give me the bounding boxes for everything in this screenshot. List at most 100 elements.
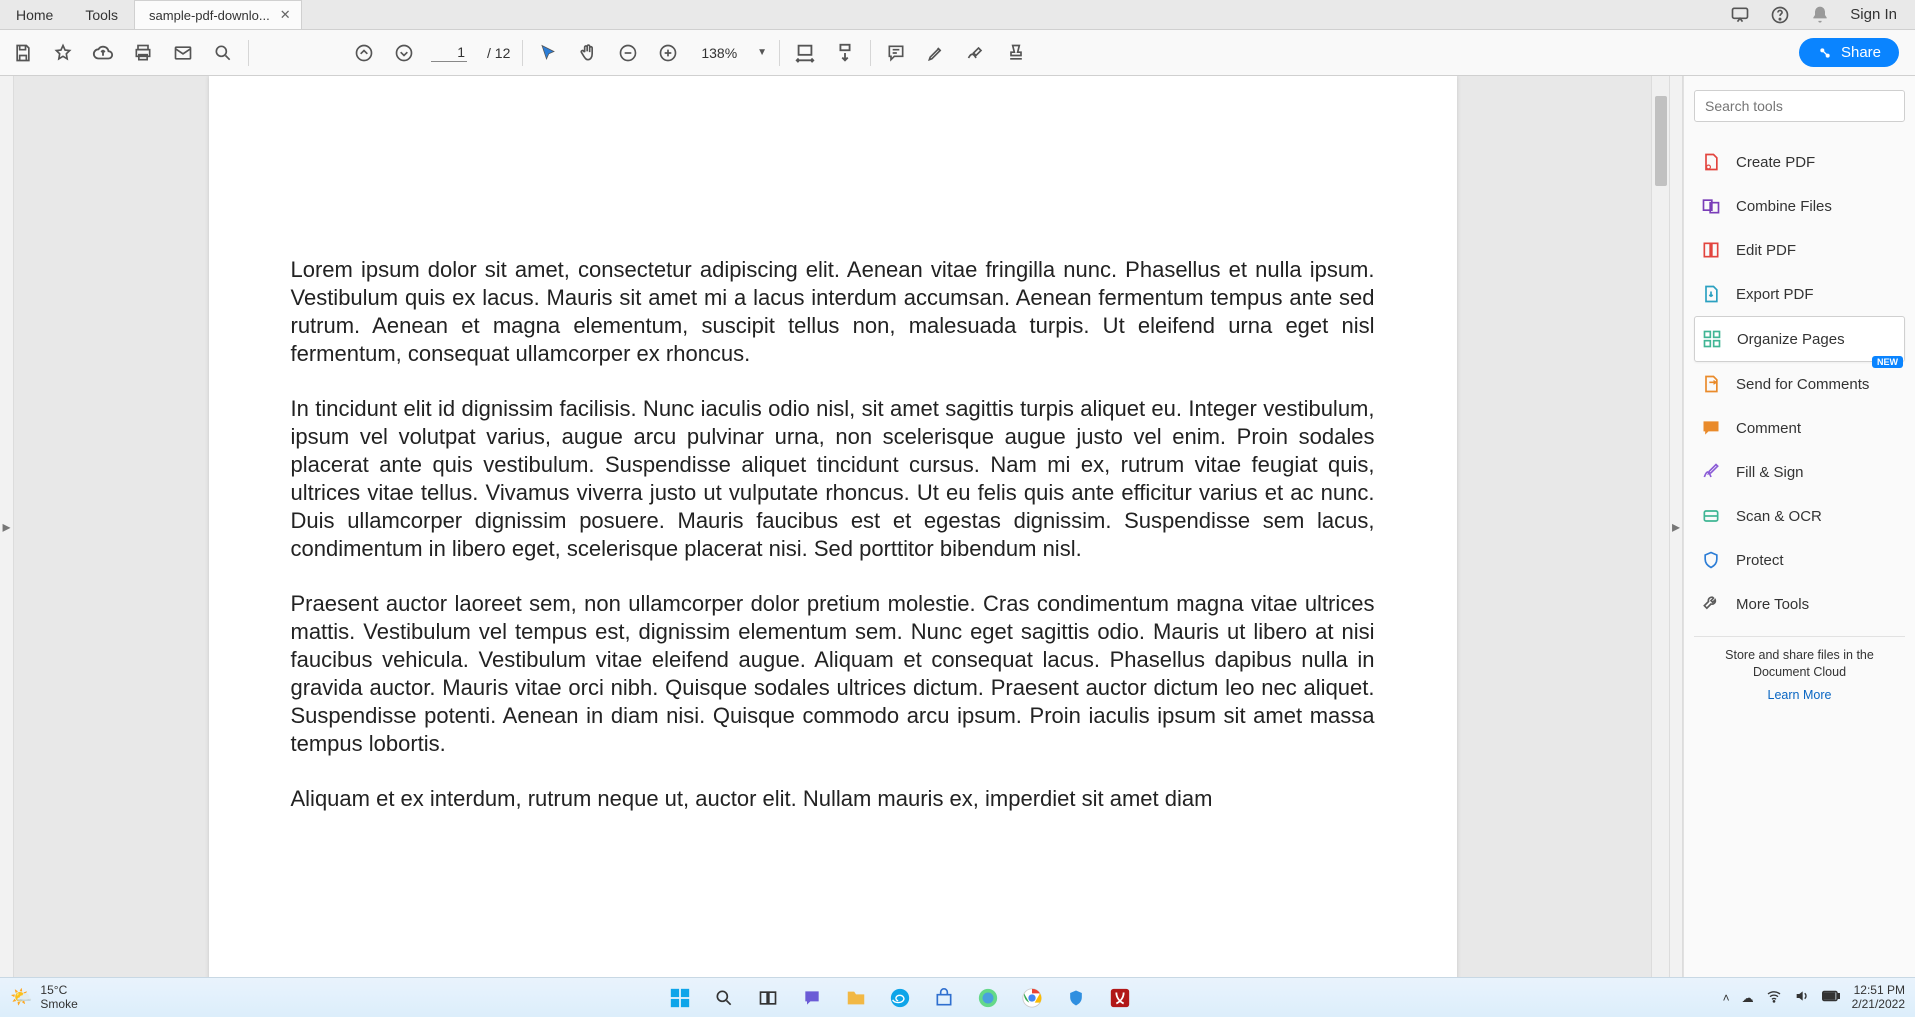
sign-in-button[interactable]: Sign In — [1850, 6, 1897, 23]
tool-label: Export PDF — [1736, 286, 1814, 303]
draw-icon[interactable] — [963, 40, 989, 66]
share-button[interactable]: Share — [1799, 38, 1899, 67]
learn-more-link[interactable]: Learn More — [1768, 687, 1832, 704]
help-icon[interactable] — [1770, 5, 1790, 25]
export-pdf-icon — [1700, 283, 1722, 305]
weather-desc: Smoke — [40, 998, 77, 1011]
bell-icon[interactable] — [1810, 5, 1830, 25]
task-view-icon[interactable] — [755, 985, 781, 1011]
sticky-note-icon[interactable] — [883, 40, 909, 66]
tool-export-pdf[interactable]: Export PDF — [1694, 272, 1905, 316]
tool-send-for-comments[interactable]: NEW Send for Comments — [1694, 362, 1905, 406]
chat-taskbar-icon[interactable] — [799, 985, 825, 1011]
fill-sign-icon — [1700, 461, 1722, 483]
tray-volume-icon[interactable] — [1794, 988, 1810, 1007]
tool-label: Combine Files — [1736, 198, 1832, 215]
tab-document-label: sample-pdf-downlo... — [149, 8, 270, 23]
chat-icon[interactable] — [1730, 5, 1750, 25]
page-total-label: / 12 — [487, 45, 510, 61]
tool-create-pdf[interactable]: Create PDF — [1694, 140, 1905, 184]
more-tools-icon — [1700, 593, 1722, 615]
weather-temp: 15°C — [40, 984, 77, 997]
store-icon[interactable] — [931, 985, 957, 1011]
tab-bar: Home Tools sample-pdf-downlo... ✕ Sign I… — [0, 0, 1915, 30]
organize-pages-icon — [1701, 328, 1723, 350]
highlight-icon[interactable] — [923, 40, 949, 66]
search-tools-input[interactable] — [1694, 90, 1905, 122]
start-button[interactable] — [667, 985, 693, 1011]
close-icon[interactable]: ✕ — [280, 7, 291, 23]
tool-more-tools[interactable]: More Tools — [1694, 582, 1905, 626]
zoom-out-icon[interactable] — [615, 40, 641, 66]
taskbar-time: 12:51 PM — [1852, 984, 1905, 998]
vertical-scrollbar[interactable] — [1651, 76, 1669, 977]
windows-taskbar: 🌤️ 15°C Smoke ˄ ☁ 12:51 PM 2/21/2022 — [0, 977, 1915, 1017]
star-icon[interactable] — [50, 40, 76, 66]
doc-paragraph: Praesent auctor laoreet sem, non ullamco… — [291, 590, 1375, 759]
page-down-icon[interactable] — [391, 40, 417, 66]
security-icon[interactable] — [1063, 985, 1089, 1011]
weather-icon: 🌤️ — [10, 988, 32, 1008]
tool-comment[interactable]: Comment — [1694, 406, 1905, 450]
print-icon[interactable] — [130, 40, 156, 66]
hand-tool-icon[interactable] — [575, 40, 601, 66]
zoom-dropdown-icon[interactable]: ▼ — [757, 47, 767, 58]
selection-tool-icon[interactable] — [535, 40, 561, 66]
tab-document[interactable]: sample-pdf-downlo... ✕ — [134, 0, 302, 29]
tool-label: Send for Comments — [1736, 376, 1869, 393]
right-panel-toggle[interactable]: ▸ — [1669, 76, 1683, 977]
main-area: ▸ Lorem ipsum dolor sit amet, consectetu… — [0, 76, 1915, 977]
globe-app-icon[interactable] — [975, 985, 1001, 1011]
left-panel-toggle[interactable]: ▸ — [0, 76, 14, 977]
scan-ocr-icon — [1700, 505, 1722, 527]
tool-edit-pdf[interactable]: Edit PDF — [1694, 228, 1905, 272]
zoom-in-icon[interactable] — [655, 40, 681, 66]
tray-chevron-icon[interactable]: ˄ — [1723, 991, 1730, 1005]
tool-fill-sign[interactable]: Fill & Sign — [1694, 450, 1905, 494]
taskbar-tray: ˄ ☁ 12:51 PM 2/21/2022 — [1723, 984, 1905, 1012]
fit-page-icon[interactable] — [832, 40, 858, 66]
taskbar-clock[interactable]: 12:51 PM 2/21/2022 — [1852, 984, 1905, 1012]
tool-label: Create PDF — [1736, 154, 1815, 171]
page-up-icon[interactable] — [351, 40, 377, 66]
page-number-input[interactable] — [431, 43, 467, 62]
doc-paragraph: In tincidunt elit id dignissim facilisis… — [291, 395, 1375, 564]
tab-home[interactable]: Home — [0, 0, 69, 29]
new-badge: NEW — [1872, 356, 1903, 368]
document-viewport[interactable]: Lorem ipsum dolor sit amet, consectetur … — [14, 76, 1651, 977]
combine-files-icon — [1700, 195, 1722, 217]
email-icon[interactable] — [170, 40, 196, 66]
edit-pdf-icon — [1700, 239, 1722, 261]
tool-combine-files[interactable]: Combine Files — [1694, 184, 1905, 228]
edge-icon[interactable] — [887, 985, 913, 1011]
save-icon[interactable] — [10, 40, 36, 66]
comment-icon — [1700, 417, 1722, 439]
toolbar: / 12 138% ▼ Share — [0, 30, 1915, 76]
tool-label: Scan & OCR — [1736, 508, 1822, 525]
taskbar-weather[interactable]: 🌤️ 15°C Smoke — [10, 984, 78, 1010]
tray-wifi-icon[interactable] — [1766, 988, 1782, 1007]
document-page: Lorem ipsum dolor sit amet, consectetur … — [209, 76, 1457, 977]
fit-width-icon[interactable] — [792, 40, 818, 66]
cloud-promo: Store and share files in the Document Cl… — [1694, 647, 1905, 704]
stamp-icon[interactable] — [1003, 40, 1029, 66]
cloud-upload-icon[interactable] — [90, 40, 116, 66]
file-explorer-icon[interactable] — [843, 985, 869, 1011]
search-icon[interactable] — [711, 985, 737, 1011]
tray-battery-icon[interactable] — [1822, 990, 1840, 1005]
scrollbar-thumb[interactable] — [1655, 96, 1667, 186]
tool-label: Protect — [1736, 552, 1784, 569]
tool-label: More Tools — [1736, 596, 1809, 613]
tray-cloud-icon[interactable]: ☁ — [1742, 991, 1754, 1005]
chrome-icon[interactable] — [1019, 985, 1045, 1011]
tab-tools[interactable]: Tools — [69, 0, 134, 29]
tool-protect[interactable]: Protect — [1694, 538, 1905, 582]
acrobat-icon[interactable] — [1107, 985, 1133, 1011]
share-icon — [1817, 45, 1833, 61]
zoom-level-label: 138% — [701, 45, 737, 61]
doc-paragraph: Lorem ipsum dolor sit amet, consectetur … — [291, 256, 1375, 369]
protect-icon — [1700, 549, 1722, 571]
tool-label: Comment — [1736, 420, 1801, 437]
tool-scan-ocr[interactable]: Scan & OCR — [1694, 494, 1905, 538]
find-icon[interactable] — [210, 40, 236, 66]
